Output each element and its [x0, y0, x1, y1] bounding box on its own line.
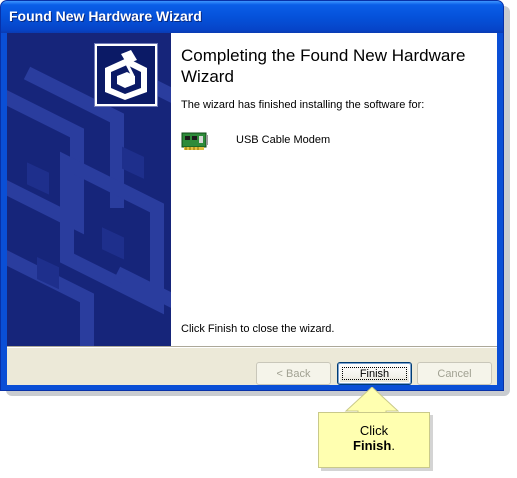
stage: Found New Hardware Wizard Completing the…: [0, 0, 517, 478]
title-bar[interactable]: Found New Hardware Wizard: [1, 1, 503, 33]
instruction-callout: Click Finish.: [318, 412, 430, 468]
window-title: Found New Hardware Wizard: [9, 8, 202, 24]
wizard-content: Completing the Found New Hardware Wizard…: [171, 33, 497, 346]
focus-ring: [342, 367, 407, 380]
wizard-window: Found New Hardware Wizard Completing the…: [0, 0, 504, 391]
finish-button[interactable]: Finish: [337, 362, 412, 385]
page-title: Completing the Found New Hardware Wizard: [181, 46, 466, 86]
wizard-client-area: Completing the Found New Hardware Wizard…: [7, 33, 497, 385]
wizard-side-banner: [7, 33, 171, 346]
callout-suffix: .: [391, 438, 395, 453]
button-separator-highlight: [7, 347, 497, 348]
back-button[interactable]: < Back: [256, 362, 331, 385]
cancel-button[interactable]: Cancel: [417, 362, 492, 385]
network-card-icon: [181, 131, 209, 156]
callout-line-2: Finish.: [319, 438, 429, 453]
finish-instruction: Click Finish to close the wizard.: [181, 323, 335, 335]
callout-line-1: Click: [359, 423, 389, 438]
hardware-wizard-icon: [94, 43, 158, 107]
callout-emphasis: Finish: [353, 438, 392, 453]
device-name: USB Cable Modem: [236, 134, 331, 146]
callout-arrow: [344, 387, 400, 415]
intro-text: The wizard has finished installing the s…: [181, 99, 425, 111]
